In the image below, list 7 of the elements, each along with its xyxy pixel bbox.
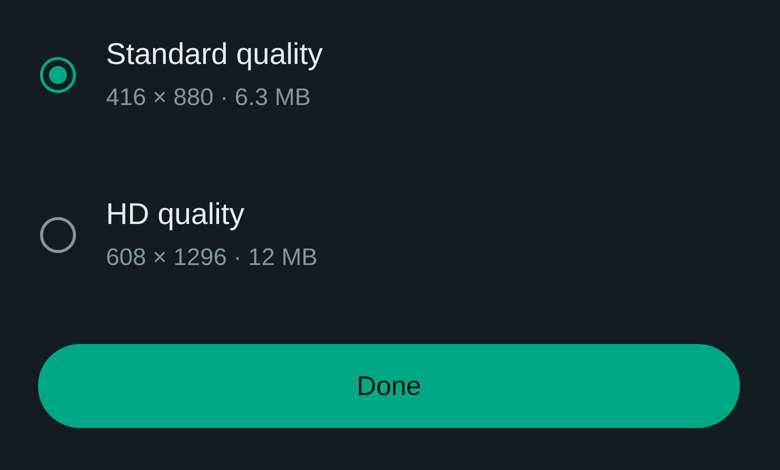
radio-button[interactable] bbox=[40, 217, 76, 253]
option-detail: 416 × 880 · 6.3 MB bbox=[106, 84, 312, 112]
option-title: Standard quality bbox=[106, 38, 323, 72]
done-button[interactable]: Done bbox=[38, 344, 740, 428]
option-title: HD quality bbox=[106, 198, 246, 232]
option-detail: 608 × 1296 · 12 MB bbox=[106, 244, 318, 272]
radio-button[interactable] bbox=[40, 57, 76, 93]
